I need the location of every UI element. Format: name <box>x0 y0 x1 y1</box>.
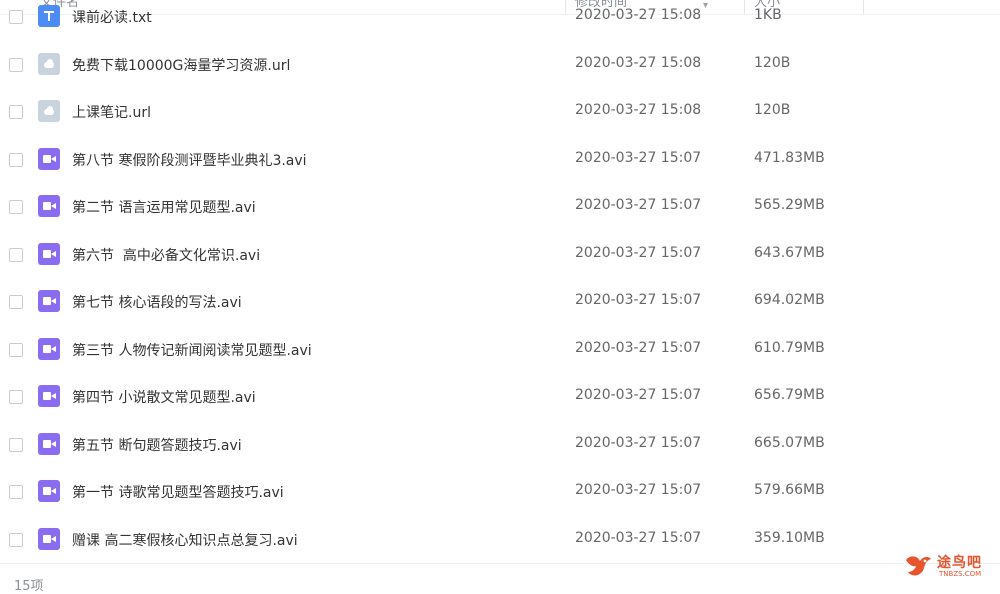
file-row[interactable]: 第一节 诗歌常见题型答题技巧.avi 2020-03-27 15:07 579.… <box>0 468 1000 516</box>
file-size: 694.02MB <box>754 292 825 308</box>
row-checkbox[interactable] <box>9 485 23 499</box>
watermark-domain: TNBZS.COM <box>939 570 982 578</box>
file-modified: 2020-03-27 15:08 <box>575 7 702 23</box>
row-checkbox[interactable] <box>9 152 23 167</box>
file-size: 1KB <box>754 7 782 23</box>
file-size: 120B <box>754 54 791 71</box>
txt-file-icon <box>38 5 60 27</box>
file-size: 665.07MB <box>754 434 825 451</box>
file-name[interactable]: 第八节 寒假阶段测评暨毕业典礼3.avi <box>72 150 307 170</box>
file-modified: 2020-03-27 15:07 <box>575 244 702 261</box>
row-checkbox[interactable] <box>9 200 23 214</box>
video-file-icon <box>38 432 60 455</box>
file-name[interactable]: 免费下载10000G海量学习资源.url <box>72 55 290 75</box>
file-row[interactable]: 第三节 人物传记新闻阅读常见题型.avi 2020-03-27 15:07 61… <box>0 326 1000 374</box>
file-modified: 2020-03-27 15:07 <box>575 529 702 546</box>
url-file-icon <box>38 52 60 75</box>
file-modified: 2020-03-27 15:07 <box>575 434 702 451</box>
row-checkbox[interactable] <box>9 105 23 119</box>
video-file-icon <box>38 290 60 312</box>
file-row[interactable]: 第二节 语言运用常见题型.avi 2020-03-27 15:07 565.29… <box>0 183 1000 231</box>
row-checkbox[interactable] <box>9 57 23 72</box>
url-file-icon <box>38 100 60 122</box>
file-row[interactable]: 上课笔记.url 2020-03-27 15:08 120B <box>0 88 1000 136</box>
file-row[interactable]: 第五节 断句题答题技巧.avi 2020-03-27 15:07 665.07M… <box>0 421 1000 469</box>
file-modified: 2020-03-27 15:08 <box>575 54 702 71</box>
file-row[interactable]: 课前必读.txt 2020-03-27 15:08 1KB <box>0 0 1000 41</box>
file-size: 610.79MB <box>754 339 825 356</box>
file-size: 471.83MB <box>754 149 825 166</box>
file-row[interactable]: 免费下载10000G海量学习资源.url 2020-03-27 15:08 12… <box>0 41 1000 89</box>
row-checkbox[interactable] <box>9 390 23 404</box>
file-name[interactable]: 第七节 核心语段的写法.avi <box>72 292 242 312</box>
file-name[interactable]: 第四节 小说散文常见题型.avi <box>72 387 256 407</box>
video-file-icon <box>38 527 60 550</box>
file-row[interactable]: 第七节 核心语段的写法.avi 2020-03-27 15:07 694.02M… <box>0 278 1000 326</box>
file-row[interactable]: 第四节 小说散文常见题型.avi 2020-03-27 15:07 656.79… <box>0 373 1000 421</box>
file-size: 643.67MB <box>754 244 825 261</box>
file-size: 565.29MB <box>754 197 825 213</box>
watermark-logo: 途鸟吧 TNBZS.COM <box>903 550 995 582</box>
file-name[interactable]: 第五节 断句题答题技巧.avi <box>72 435 242 455</box>
row-checkbox[interactable] <box>9 247 23 262</box>
row-checkbox[interactable] <box>9 342 23 357</box>
video-file-icon <box>38 385 60 407</box>
file-name[interactable]: 第二节 语言运用常见题型.avi <box>72 197 256 217</box>
file-name[interactable]: 第一节 诗歌常见题型答题技巧.avi <box>72 482 284 502</box>
file-name[interactable]: 第三节 人物传记新闻阅读常见题型.avi <box>72 340 312 360</box>
file-row[interactable]: 第六节 高中必备文化常识.avi 2020-03-27 15:07 643.67… <box>0 231 1000 279</box>
file-size: 656.79MB <box>754 387 825 403</box>
file-modified: 2020-03-27 15:07 <box>575 339 702 356</box>
status-bar: 15项 <box>0 563 1000 594</box>
file-modified: 2020-03-27 15:08 <box>575 102 702 118</box>
file-name[interactable]: 上课笔记.url <box>72 102 151 122</box>
video-file-icon <box>38 480 60 502</box>
file-name[interactable]: 课前必读.txt <box>72 7 152 27</box>
video-file-icon <box>38 195 60 217</box>
file-modified: 2020-03-27 15:07 <box>575 387 702 403</box>
item-count: 15项 <box>14 579 44 594</box>
bird-logo-icon <box>906 556 931 576</box>
video-file-icon <box>38 147 60 170</box>
file-modified: 2020-03-27 15:07 <box>575 197 702 213</box>
file-row[interactable]: 赠课 高二寒假核心知识点总复习.avi 2020-03-27 15:07 359… <box>0 516 1000 564</box>
video-file-icon <box>38 242 60 265</box>
row-checkbox[interactable] <box>9 10 23 24</box>
file-modified: 2020-03-27 15:07 <box>575 149 702 166</box>
file-modified: 2020-03-27 15:07 <box>575 482 702 498</box>
file-list: 课前必读.txt 2020-03-27 15:08 1KB 免费下载10000G… <box>0 0 1000 563</box>
file-modified: 2020-03-27 15:07 <box>575 292 702 308</box>
file-size: 359.10MB <box>754 529 825 546</box>
file-name[interactable]: 第六节 高中必备文化常识.avi <box>72 245 260 265</box>
row-checkbox[interactable] <box>9 532 23 547</box>
file-name[interactable]: 赠课 高二寒假核心知识点总复习.avi <box>72 530 298 550</box>
video-file-icon <box>38 337 60 360</box>
row-checkbox[interactable] <box>9 295 23 309</box>
file-size: 579.66MB <box>754 482 825 498</box>
file-size: 120B <box>754 102 791 118</box>
row-checkbox[interactable] <box>9 437 23 452</box>
watermark-name: 途鸟吧 <box>937 555 982 571</box>
file-row[interactable]: 第八节 寒假阶段测评暨毕业典礼3.avi 2020-03-27 15:07 47… <box>0 136 1000 184</box>
